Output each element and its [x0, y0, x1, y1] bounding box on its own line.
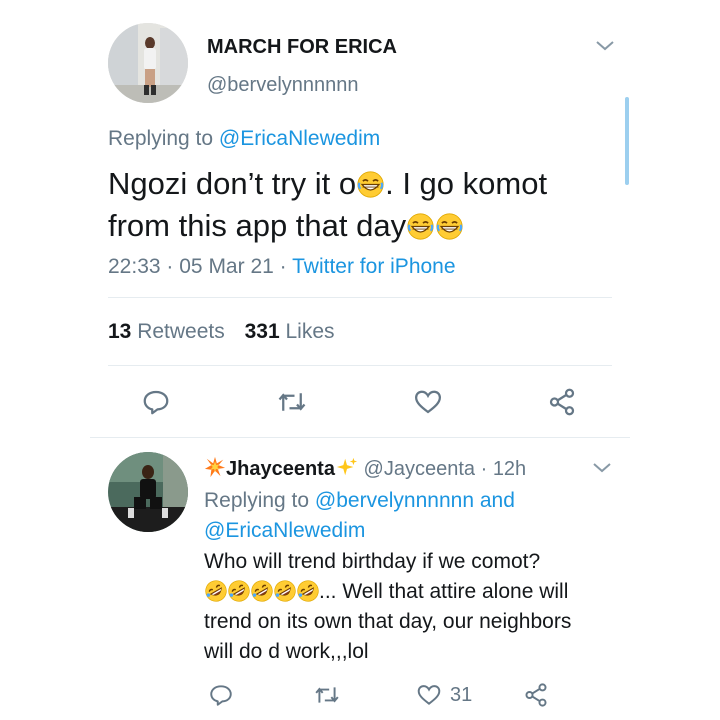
reply-header: Jhayceenta @Jayceenta · 12h	[204, 456, 526, 481]
replying-to-link[interactable]: @EricaNlewedim	[204, 516, 515, 546]
grinning-squinting-emoji	[357, 171, 384, 198]
reply-menu-button[interactable]	[590, 460, 614, 476]
rolling-on-floor-laughing-emoji	[297, 580, 319, 602]
chevron-down-icon	[593, 463, 611, 473]
reply-replying-to: Replying to @bervelynnnnnn and @EricaNle…	[204, 486, 515, 546]
retweet-label: Retweets	[137, 320, 225, 343]
tweet-text-segment: from this app that day	[108, 208, 407, 243]
avatar[interactable]	[108, 23, 188, 103]
tweet-stats: 13 Retweets 331 Likes	[108, 320, 335, 344]
tweet-date: 05 Mar 21	[179, 255, 274, 278]
tweet-text-line: Ngozi don’t try it o . I go komot	[108, 163, 547, 205]
sparkle-burst-icon	[204, 456, 226, 478]
reply-display-name[interactable]: Jhayceenta	[226, 458, 335, 480]
sparkles-icon-svg	[336, 457, 358, 476]
retweet-icon	[315, 687, 339, 703]
rolling-on-floor-laughing-emoji	[251, 580, 273, 602]
reply-text: Who will trend birthday if we comot? ...…	[204, 547, 571, 667]
scrollbar-thumb[interactable]	[625, 97, 629, 185]
sparkles-icon	[336, 456, 358, 478]
tweet-handle[interactable]: @bervelynnnnnn	[207, 74, 359, 97]
replying-to-link[interactable]: @bervelynnnnnn	[315, 489, 474, 512]
avatar-photo	[108, 23, 188, 103]
divider	[108, 365, 612, 366]
tweet-source[interactable]: Twitter for iPhone	[292, 255, 455, 278]
meta-separator: ·	[279, 255, 287, 278]
reply-button[interactable]	[140, 386, 172, 418]
tweet-menu-button[interactable]	[593, 38, 617, 54]
reply-like-button[interactable]: 31	[416, 681, 472, 709]
tweet-time: 22:33	[108, 255, 161, 278]
share-icon	[549, 388, 575, 416]
replying-to-line: Replying to @EricaNlewedim	[108, 127, 380, 151]
heart-icon	[417, 685, 441, 705]
rolling-on-floor-laughing-emoji	[274, 580, 296, 602]
divider	[90, 437, 630, 438]
reply-text-line: Who will trend birthday if we comot?	[204, 550, 541, 573]
reply-reply-button[interactable]	[207, 681, 235, 709]
reply-like-count: 31	[450, 683, 473, 706]
replying-to-line: Replying to @bervelynnnnnn and	[204, 486, 515, 516]
rolling-on-floor-laughing-emoji	[228, 580, 250, 602]
grinning-squinting-emoji	[436, 213, 463, 240]
rolling-on-floor-laughing-emoji	[205, 580, 227, 602]
tweet-display-name[interactable]: MARCH FOR ERICA	[207, 36, 397, 59]
retweet-button[interactable]	[276, 386, 308, 418]
retweets-stat[interactable]: 13 Retweets	[108, 320, 231, 343]
reply-handle[interactable]: @Jayceenta	[364, 458, 475, 480]
retweet-count: 13	[108, 320, 132, 343]
divider	[108, 297, 612, 298]
grinning-squinting-emoji	[407, 213, 434, 240]
replying-to-label: Replying to	[108, 127, 219, 150]
reply-icon	[143, 390, 169, 415]
reply-text-line: will do d work,,,lol	[204, 640, 369, 663]
reply-icon	[210, 685, 232, 706]
reply-text-segment: ... Well that attire alone will	[319, 580, 569, 603]
tweet-meta: 22:33 · 05 Mar 21 · Twitter for iPhone	[108, 255, 456, 279]
tweet-text-segment: . I go komot	[385, 166, 548, 201]
reply-text-line: trend on its own that day, our neighbors	[204, 610, 572, 633]
replying-to-link[interactable]: @EricaNlewedim	[219, 127, 380, 150]
replying-to-label: Replying to	[204, 489, 315, 512]
reply-avatar-photo	[108, 452, 188, 532]
meta-separator: ·	[480, 458, 488, 480]
collision-icon	[204, 456, 226, 478]
share-icon	[525, 683, 547, 707]
tweet-text: Ngozi don’t try it o . I go komot from th…	[108, 163, 547, 247]
like-label: Likes	[285, 320, 335, 343]
replying-to-and: and	[474, 489, 515, 512]
reply-retweet-button[interactable]	[313, 681, 341, 709]
tweet-text-line: from this app that day	[108, 205, 547, 247]
reply-age: 12h	[492, 458, 527, 480]
like-button[interactable]	[412, 386, 444, 418]
reply-avatar[interactable]	[108, 452, 188, 532]
share-button[interactable]	[546, 386, 578, 418]
like-count: 331	[244, 320, 280, 343]
heart-icon	[414, 390, 442, 414]
retweet-icon	[278, 393, 306, 411]
likes-stat[interactable]: 331 Likes	[245, 320, 335, 343]
tweet-text-segment: Ngozi don’t try it o	[108, 166, 357, 201]
reply-share-button[interactable]	[522, 681, 550, 709]
chevron-down-icon	[596, 41, 614, 51]
meta-separator: ·	[166, 255, 174, 278]
reply-text-line: ... Well that attire alone will	[204, 577, 571, 607]
